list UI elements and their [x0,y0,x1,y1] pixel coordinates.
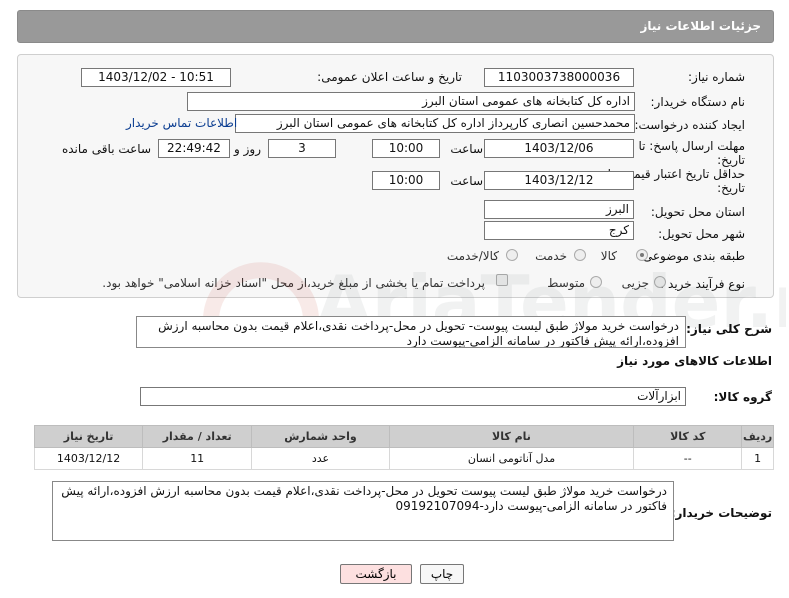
province-label: استان محل تحویل: [650,205,745,219]
col-unit: واحد شمارش [251,425,390,448]
cell-code: -- [633,447,743,470]
watermark: AriaTender.neT [203,260,786,346]
deadline-time-field[interactable]: 10:00 [372,139,440,158]
buyer-desc-box[interactable]: درخواست خرید مولاژ طبق لیست پیوست تحویل … [52,481,674,541]
general-desc-label: شرح کلی نیاز: [686,322,772,336]
buyer-contact-link[interactable]: اطلاعات تماس خریدار [126,116,237,130]
goods-section-title: اطلاعات کالاهای مورد نیاز [617,354,772,368]
cell-qty: 11 [142,447,253,470]
col-row: ردیف [741,425,774,448]
need-number-field[interactable]: 1103003738000036 [484,68,634,87]
remaining-time-field[interactable]: 22:49:42 [158,139,230,158]
cell-date: 1403/12/12 [33,447,144,470]
items-table-header: ردیف کد کالا نام کالا واحد شمارش تعداد /… [33,425,774,448]
buyer-org-field[interactable]: اداره کل کتابخانه های عمومی استان البرز [187,92,635,111]
table-row: 1 -- مدل آناتومی انسان عدد 11 1403/12/12 [33,447,774,470]
col-code: کد کالا [633,425,743,448]
validity-time-label: ساعت [450,174,483,188]
announce-datetime-field[interactable]: 1403/12/02 - 10:51 [81,68,231,87]
col-qty: تعداد / مقدار [142,425,253,448]
buyer-org-label: نام دستگاه خریدار: [650,95,746,109]
cell-row: 1 [741,447,774,470]
buyer-desc-label: توضیحات خریدار: [670,506,772,520]
goods-group-field[interactable]: ابزارآلات [140,387,686,406]
cell-name: مدل آناتومی انسان [388,447,635,470]
days-field[interactable]: 3 [268,139,336,158]
announce-label: تاریخ و ساعت اعلان عمومی: [317,70,462,84]
creator-field[interactable]: محمدحسین انصاری کارپرداز اداره کل کتابخا… [235,114,635,133]
page-header: جزئیات اطلاعات نیاز [17,10,774,43]
general-desc-box[interactable]: درخواست خرید مولاژ طبق لیست پیوست- تحویل… [136,316,686,348]
need-number-label: شماره نیاز: [688,70,745,84]
validity-date-label: تاریخ: [717,181,745,195]
col-date: تاریخ نیاز [33,425,144,448]
col-name: نام کالا [388,425,635,448]
print-button[interactable]: چاپ [420,564,464,584]
creator-label: ایجاد کننده درخواست: [634,118,745,132]
validity-time-field[interactable]: 10:00 [372,171,440,190]
deadline-date-label: تاریخ: [717,153,745,167]
page-title: جزئیات اطلاعات نیاز [640,19,761,33]
items-table: ردیف کد کالا نام کالا واحد شمارش تعداد /… [33,425,774,470]
back-button[interactable]: بازگشت [340,564,412,584]
remaining-label: ساعت باقی مانده [61,142,151,156]
validity-date-field[interactable]: 1403/12/12 [484,171,634,190]
cell-unit: عدد [251,447,390,470]
deadline-date-field[interactable]: 1403/12/06 [484,139,634,158]
days-label: روز و [234,142,261,156]
province-field[interactable]: البرز [484,200,634,219]
goods-group-label: گروه کالا: [713,390,772,404]
deadline-time-label: ساعت [450,142,483,156]
deadline-label: مهلت ارسال پاسخ: تا [638,139,745,153]
